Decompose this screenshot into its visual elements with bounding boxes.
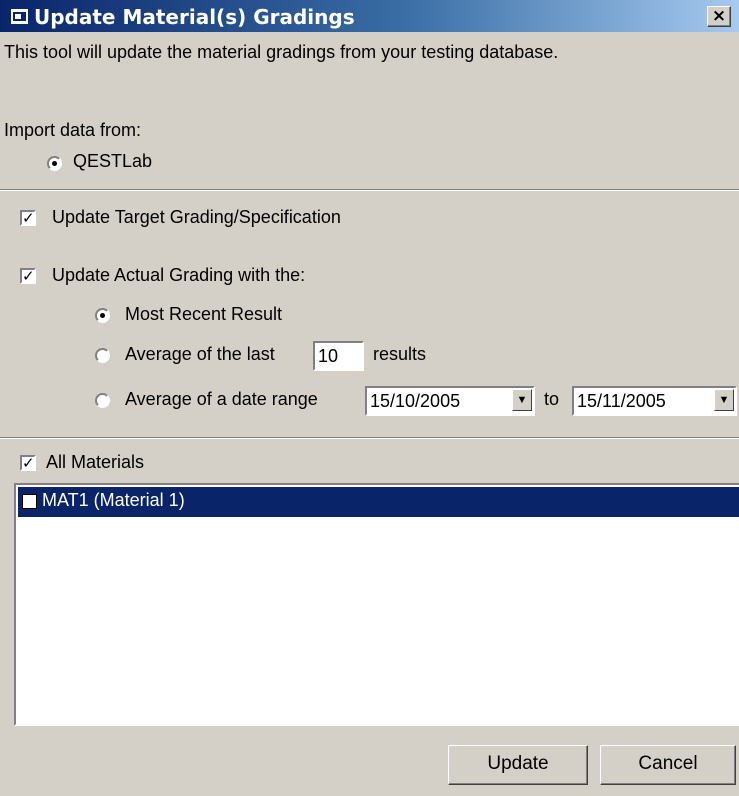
average-count-input[interactable]: 10 — [313, 341, 364, 371]
date-to-value: 15/11/2005 — [577, 391, 666, 411]
import-label: Import data from: — [4, 120, 142, 140]
list-item[interactable]: ✓ MAT1 (Material 1) — [18, 487, 739, 517]
update-actual-label: Update Actual Grading with the: — [52, 265, 306, 285]
close-icon: × — [711, 6, 727, 26]
close-button[interactable]: × — [707, 6, 731, 27]
date-range-label: Average of a date range — [125, 389, 318, 409]
update-target-checkbox[interactable]: ✓ — [20, 210, 36, 226]
most-recent-label: Most Recent Result — [125, 304, 283, 324]
all-materials-label: All Materials — [46, 452, 145, 472]
update-actual-checkbox[interactable]: ✓ — [20, 268, 36, 284]
results-label: results — [373, 344, 427, 364]
separator — [0, 437, 739, 439]
source-radio-qestlab[interactable] — [47, 156, 62, 171]
all-materials-checkbox[interactable]: ✓ — [20, 455, 36, 471]
material-label: MAT1 (Material 1) — [42, 490, 185, 510]
materials-list[interactable]: ✓ MAT1 (Material 1) — [14, 483, 739, 726]
update-button[interactable]: Update — [448, 745, 588, 785]
date-from-value: 15/10/2005 — [370, 391, 461, 411]
title-bar[interactable]: Update Material(s) Gradings × — [0, 0, 739, 32]
cancel-button[interactable]: Cancel — [600, 745, 736, 785]
chevron-down-icon[interactable]: ▼ — [512, 389, 532, 411]
most-recent-radio[interactable] — [95, 308, 110, 323]
update-target-label: Update Target Grading/Specification — [52, 207, 341, 227]
average-last-radio[interactable] — [95, 348, 110, 363]
description-text: This tool will update the material gradi… — [4, 42, 559, 62]
date-to-label: to — [544, 389, 560, 409]
app-icon — [11, 9, 28, 24]
average-last-label: Average of the last — [125, 344, 275, 364]
source-option-label: QESTLab — [73, 151, 153, 171]
date-range-radio[interactable] — [95, 393, 110, 408]
date-from-combo[interactable]: 15/10/2005 ▼ — [365, 386, 535, 416]
material-checkbox[interactable]: ✓ — [22, 494, 37, 509]
window-title: Update Material(s) Gradings — [34, 5, 355, 29]
separator — [0, 189, 739, 191]
chevron-down-icon[interactable]: ▼ — [714, 389, 734, 411]
date-to-combo[interactable]: 15/11/2005 ▼ — [572, 386, 737, 416]
